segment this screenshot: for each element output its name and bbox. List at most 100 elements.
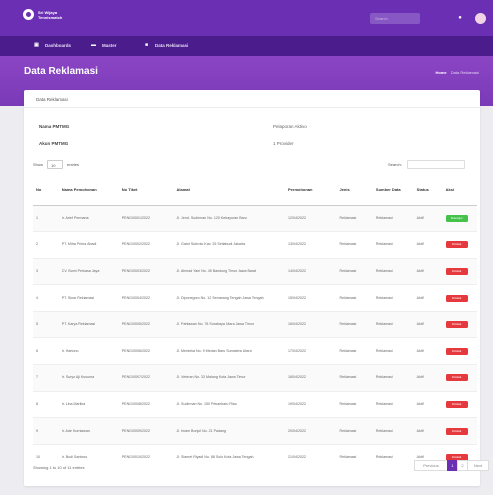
cell-status: Aktif — [413, 417, 443, 445]
cell-status: Aktif — [413, 204, 443, 232]
cell-sumber: Reklamasi — [372, 417, 414, 445]
column-header[interactable]: Permohonan — [285, 175, 337, 206]
cell-tiket: PENG/0004/2022 — [118, 284, 174, 312]
nav-item-master[interactable]: ▬ Master — [90, 42, 117, 48]
cell-alamat: Jl. Imam Bonjol No. 21 Padang — [173, 417, 285, 445]
action-badge[interactable]: Ditolak — [445, 321, 468, 329]
bell-icon[interactable]: ● — [456, 15, 464, 22]
action-badge[interactable]: Ditolak — [445, 294, 468, 302]
info-label-akun: Akun PMTMG — [39, 141, 69, 146]
cell-alamat: Jl. Pahlawan No. 78 Surabaya Utara Jawa … — [173, 310, 285, 338]
cell-permohonan: 20/04/2022 — [285, 417, 337, 445]
cell-sumber: Reklamasi — [372, 443, 414, 471]
cell-permohonan: 18/04/2022 — [285, 364, 337, 392]
cell-nama: CV. Bumi Perkasa Jaya — [58, 257, 119, 285]
pagination: Previous 1 2 Next — [414, 460, 489, 471]
nav-item-data-reklamasi[interactable]: ■ Data Reklamasi — [143, 42, 188, 48]
cell-tiket: PENG/0003/2022 — [118, 257, 174, 285]
cell-aksi: Ditolak — [442, 417, 477, 445]
cell-nama: Ir. Lina Marlina — [58, 390, 119, 418]
nav-bar: ▣ Dashboards ▬ Master ■ Data Reklamasi — [0, 36, 493, 56]
cell-status: Aktif — [413, 284, 443, 312]
nav-item-dashboards[interactable]: ▣ Dashboards — [33, 42, 71, 48]
data-table: No Nama Pemohonan No Tiket Alamat Permoh… — [33, 175, 477, 471]
cell-alamat: Jl. Veteran No. 33 Malang Kota Jawa Timu… — [173, 364, 285, 392]
table-search: Search: — [388, 160, 465, 169]
cell-aksi: Ditolak — [442, 390, 477, 418]
cell-sumber: Reklamasi — [372, 231, 414, 259]
top-bar: Sri Wijaya Tennismatch Search ● — [0, 0, 493, 36]
cell-no: 9 — [33, 417, 59, 445]
cell-status: Aktif — [413, 337, 443, 365]
cell-tiket: PENG/0002/2022 — [118, 231, 174, 259]
action-badge[interactable]: Ditolak — [445, 241, 468, 249]
cell-permohonan: 12/04/2022 — [285, 204, 337, 232]
column-header[interactable]: No Tiket — [118, 175, 174, 206]
cell-no: 4 — [33, 284, 59, 312]
cell-no: 5 — [33, 310, 59, 338]
cell-jenis: Reklamasi — [336, 257, 373, 285]
brand[interactable]: Sri Wijaya Tennismatch — [23, 9, 78, 20]
cell-permohonan: 15/04/2022 — [285, 284, 337, 312]
cell-tiket: PENG/0007/2022 — [118, 364, 174, 392]
breadcrumb-home[interactable]: Home — [436, 70, 447, 75]
user-avatar[interactable] — [475, 13, 486, 24]
action-badge[interactable]: Ditolak — [445, 347, 468, 355]
column-header[interactable]: Status — [413, 175, 443, 206]
cell-jenis: Reklamasi — [336, 310, 373, 338]
cell-jenis: Reklamasi — [336, 417, 373, 445]
action-badge[interactable]: Ditolak — [445, 374, 468, 382]
pagination-previous[interactable]: Previous — [414, 460, 448, 471]
action-badge[interactable]: Disetujui — [445, 214, 468, 222]
cell-sumber: Reklamasi — [372, 337, 414, 365]
cell-jenis: Reklamasi — [336, 364, 373, 392]
cell-no: 1 — [33, 204, 59, 232]
cell-nama: PT. Sinar Reklamasi — [58, 284, 119, 312]
action-badge[interactable]: Ditolak — [445, 267, 468, 275]
column-header[interactable]: Alamat — [173, 175, 285, 206]
cell-status: Aktif — [413, 310, 443, 338]
cell-alamat: Jl. Sudirman No. 150 Pekanbaru Riau — [173, 390, 285, 418]
table-row: 1 Ir. Arief Permana PENG/0001/2022 Jl. Jend… — [33, 204, 477, 232]
user-icon: ■ — [144, 42, 149, 48]
cell-tiket: PENG/0008/2022 — [118, 390, 174, 418]
cell-no: 6 — [33, 337, 59, 365]
cell-alamat: Jl. Jend. Sudirman No. 120 Kebayoran Bar… — [173, 204, 285, 232]
info-value-akun: 1 Provider — [273, 141, 294, 146]
cell-permohonan: 13/04/2022 — [285, 231, 337, 259]
table-row: 9 Ir. Ade Kurniawan PENG/0009/2022 Jl. Imam… — [33, 417, 477, 445]
column-header[interactable]: Sumber Data — [372, 175, 414, 206]
cell-sumber: Reklamasi — [372, 204, 414, 232]
cell-alamat: Jl. Ahmad Yani No. 45 Bandung Timur Jawa… — [173, 257, 285, 285]
cell-sumber: Reklamasi — [372, 390, 414, 418]
table-header-row: No Nama Pemohonan No Tiket Alamat Permoh… — [33, 175, 477, 206]
show-entries: Show 10 entries — [33, 160, 79, 169]
table-row: 3 CV. Bumi Perkasa Jaya PENG/0003/2022 Jl. … — [33, 257, 477, 285]
cell-jenis: Reklamasi — [336, 337, 373, 365]
cell-no: 7 — [33, 364, 59, 392]
cell-permohonan: 19/04/2022 — [285, 390, 337, 418]
cell-aksi: Ditolak — [442, 310, 477, 338]
table-row: 8 Ir. Lina Marlina PENG/0008/2022 Jl. Sudir… — [33, 390, 477, 418]
action-badge[interactable]: Ditolak — [445, 400, 468, 408]
entries-select[interactable]: 10 — [47, 160, 64, 169]
column-header[interactable]: Jenis — [336, 175, 373, 206]
column-header[interactable]: Aksi — [442, 175, 477, 206]
table-row: 2 PT. Mitra Prima Abadi PENG/0002/2022 Jl. … — [33, 231, 477, 259]
pagination-next[interactable]: Next — [467, 460, 489, 471]
cell-jenis: Reklamasi — [336, 443, 373, 471]
cell-status: Aktif — [413, 364, 443, 392]
top-search-input[interactable]: Search — [370, 13, 420, 24]
info-label-nama: Nama PMTMG — [39, 124, 70, 129]
table-search-input[interactable] — [406, 160, 465, 169]
column-header[interactable]: No — [33, 175, 59, 206]
cell-nama: PT. Mitra Prima Abadi — [58, 231, 119, 259]
table-row: 10 Ir. Budi Santoso PENG/0010/2022 Jl. Slam… — [33, 443, 477, 471]
table-row: 7 Ir. Suryo Aji Kusuma PENG/0007/2022 Jl. V… — [33, 364, 477, 392]
cell-permohonan: 16/04/2022 — [285, 310, 337, 338]
nav-item-label: Dashboards — [45, 42, 72, 48]
action-badge[interactable]: Ditolak — [445, 427, 468, 435]
cell-tiket: PENG/0006/2022 — [118, 337, 174, 365]
column-header[interactable]: Nama Pemohonan — [58, 175, 119, 206]
cell-alamat: Jl. Gatot Subroto Kav. 25 Setiabudi Jaka… — [173, 231, 285, 259]
